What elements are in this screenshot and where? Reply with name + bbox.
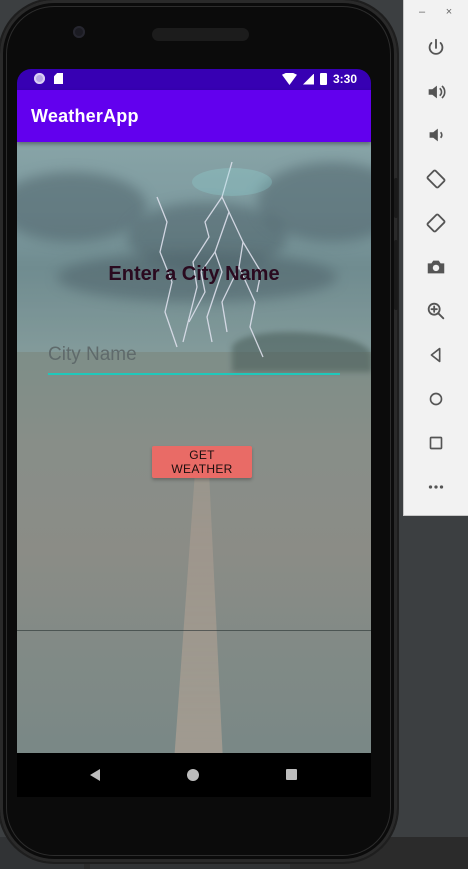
back-icon[interactable] — [90, 769, 100, 781]
app-title: WeatherApp — [31, 106, 139, 126]
main-content: Enter a City Name GET WEATHER — [17, 142, 371, 753]
volume-down-button[interactable] — [421, 120, 451, 150]
app-bar: WeatherApp — [17, 90, 371, 142]
record-dot-icon — [34, 73, 45, 84]
side-button[interactable] — [394, 178, 398, 218]
emu-back-button[interactable] — [421, 340, 451, 370]
rotate-left-button[interactable] — [421, 164, 451, 194]
recent-apps-icon[interactable] — [286, 769, 297, 780]
screenshot-button[interactable] — [421, 252, 451, 282]
side-button[interactable] — [394, 240, 398, 310]
back-icon — [430, 347, 441, 363]
divider — [17, 630, 371, 631]
signal-icon — [302, 73, 314, 85]
power-button[interactable] — [421, 33, 451, 63]
volume-up-icon — [428, 85, 446, 99]
rotate-right-button[interactable] — [421, 208, 451, 238]
sd-card-icon — [54, 73, 63, 84]
emulator-window: 3:30 WeatherApp Enter a City Name City N… — [0, 0, 468, 869]
device-screen: 3:30 WeatherApp Enter a City Name City N… — [17, 69, 371, 753]
rotate-left-icon — [426, 169, 446, 189]
more-icon — [428, 485, 444, 489]
camera-icon — [427, 260, 445, 274]
close-button[interactable]: × — [442, 6, 456, 18]
navigation-bar — [17, 753, 371, 797]
get-weather-button[interactable]: GET WEATHER — [152, 446, 252, 478]
city-prompt-heading: Enter a City Name — [108, 263, 280, 285]
volume-up-button[interactable] — [421, 77, 451, 107]
volume-down-icon — [429, 128, 443, 142]
wifi-icon — [281, 73, 297, 85]
earpiece-speaker — [152, 28, 249, 41]
zoom-button[interactable] — [421, 296, 451, 326]
zoom-icon — [427, 302, 445, 320]
battery-icon — [319, 73, 327, 85]
emulator-control-panel: – × — [403, 0, 468, 516]
status-time: 3:30 — [332, 72, 357, 86]
rotate-right-icon — [426, 213, 446, 233]
emu-home-button[interactable] — [421, 384, 451, 414]
emu-overview-button[interactable] — [421, 428, 451, 458]
home-icon — [429, 392, 443, 406]
status-bar: 3:30 — [17, 69, 371, 90]
city-name-input[interactable] — [48, 339, 340, 375]
overview-icon — [429, 436, 443, 450]
home-icon[interactable] — [187, 769, 199, 781]
minimize-button[interactable]: – — [415, 6, 429, 18]
front-camera — [73, 26, 85, 38]
power-icon — [428, 38, 444, 55]
more-button[interactable] — [421, 472, 451, 502]
